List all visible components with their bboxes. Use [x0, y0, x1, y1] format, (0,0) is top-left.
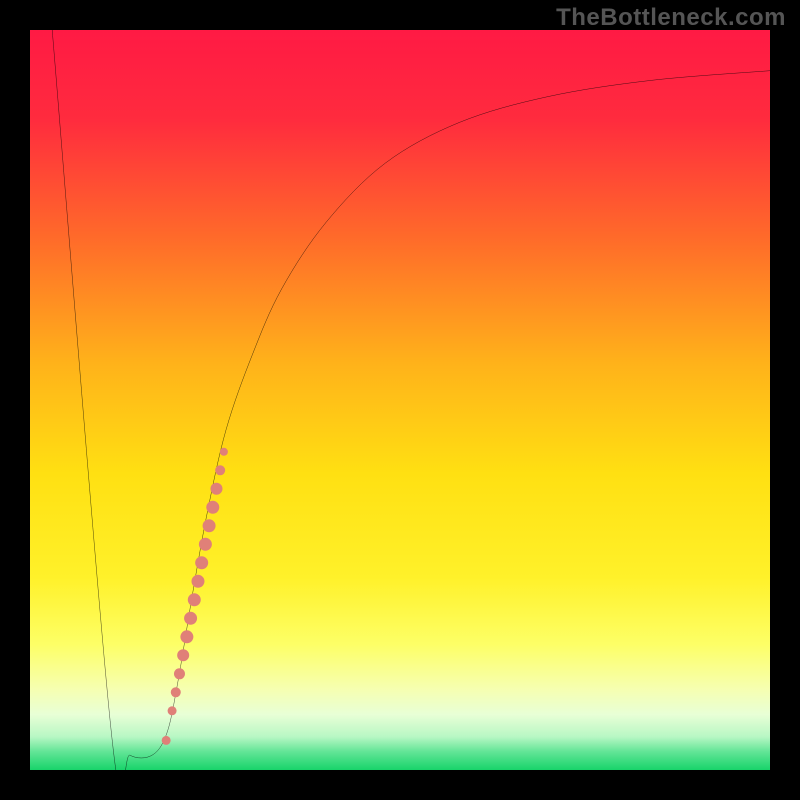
- scatter-dot: [168, 706, 177, 715]
- scatter-dot: [184, 612, 197, 625]
- scatter-dot: [195, 556, 208, 569]
- scatter-dot: [174, 668, 185, 679]
- scatter-dot: [191, 575, 204, 588]
- scatter-dot: [162, 736, 171, 745]
- scatter-dot: [180, 630, 193, 643]
- scatter-dot: [220, 448, 228, 456]
- scatter-dot: [188, 593, 201, 606]
- scatter-dot: [203, 519, 216, 532]
- plot-background: [30, 30, 770, 770]
- scatter-dot: [215, 465, 225, 475]
- scatter-dot: [206, 501, 219, 514]
- watermark-text: TheBottleneck.com: [556, 4, 786, 32]
- scatter-dot: [199, 538, 212, 551]
- bottleneck-chart: [30, 30, 770, 770]
- scatter-dot: [210, 483, 222, 495]
- scatter-dot: [171, 687, 181, 697]
- scatter-dot: [177, 649, 189, 661]
